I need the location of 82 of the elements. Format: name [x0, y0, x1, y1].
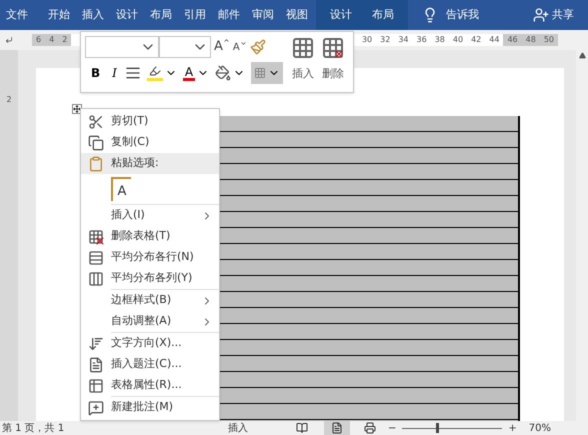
page-count: 第 1 页，共 1 — [2, 422, 66, 435]
bold-button[interactable]: B — [91, 64, 100, 82]
caret-icon — [222, 37, 230, 44]
ruler-number: 40 — [452, 34, 464, 46]
comment-icon — [88, 400, 104, 416]
menu-item[interactable]: 平均分布各行(N) — [81, 247, 219, 268]
caret-icon — [240, 40, 247, 46]
menu-item[interactable]: 自动调整(A) — [81, 311, 219, 332]
read-mode-icon[interactable] — [296, 422, 308, 434]
grow-font-button[interactable]: A — [214, 37, 230, 57]
menu-item[interactable]: 文字方向(X)... — [81, 333, 219, 354]
table-delete-icon — [88, 228, 104, 244]
ruler-number: 36 — [416, 34, 428, 46]
table-grid-icon — [291, 36, 316, 60]
ribbon-tab[interactable]: 视图 — [280, 0, 314, 30]
zoom-out-button[interactable]: − — [388, 420, 396, 435]
ribbon-tab[interactable]: 设计 — [320, 0, 362, 30]
web-layout-icon[interactable] — [364, 422, 376, 434]
ruler-number: 44 — [488, 34, 500, 46]
highlight-button[interactable] — [146, 65, 163, 81]
menu-item[interactable]: 插入(I) — [81, 205, 219, 226]
zoom-in-button[interactable]: + — [508, 420, 517, 435]
scissors-icon — [88, 114, 104, 130]
menu-item[interactable]: 复制(C) — [81, 132, 219, 153]
font-size-field[interactable] — [159, 36, 211, 58]
print-layout-icon[interactable] — [324, 421, 350, 435]
ribbon-tab[interactable]: 布局 — [144, 0, 178, 30]
menu-item[interactable]: 删除表格(T) — [81, 226, 219, 247]
table-rows-icon — [88, 250, 104, 266]
share-icon — [533, 7, 549, 23]
menu-item[interactable]: 插入题注(C)... — [81, 354, 219, 375]
menu-item[interactable]: 表格属性(R)... — [81, 375, 219, 396]
format-painter-icon[interactable] — [250, 39, 266, 55]
ribbon-tab[interactable]: 邮件 — [212, 0, 246, 30]
clipboard-icon — [88, 156, 104, 172]
delete-table-button[interactable]: 删除 — [321, 36, 346, 88]
zoom-slider[interactable] — [402, 423, 502, 433]
ribbon-tab[interactable]: 文件 — [0, 0, 34, 30]
align-icon[interactable] — [124, 65, 141, 81]
ruler-number: 50 — [540, 34, 558, 46]
menu-item[interactable]: 新建批注(M) — [81, 397, 219, 418]
ruler-number: 38 — [434, 34, 446, 46]
share-button[interactable]: 共享 — [552, 6, 574, 24]
table-properties-icon — [88, 378, 104, 394]
ribbon-tab[interactable]: 插入 — [76, 0, 110, 30]
ribbon-tab[interactable]: 布局 — [362, 0, 404, 30]
ribbon-tab[interactable]: 开始 — [42, 0, 76, 30]
input-mode: 插入 — [228, 422, 248, 435]
menu-item[interactable]: 边框样式(B) — [81, 290, 219, 311]
ribbon-tab[interactable]: 审阅 — [246, 0, 280, 30]
menu-item[interactable]: 剪切(T) — [81, 111, 219, 132]
italic-button[interactable]: I — [112, 64, 117, 82]
ruler-number: 30 — [360, 34, 374, 46]
ribbon-tab[interactable]: 设计 — [110, 0, 144, 30]
paste-text-only-button[interactable]: A — [111, 177, 131, 201]
text-direction-icon — [88, 336, 104, 352]
ruler-number: 32 — [379, 34, 392, 46]
shading-icon[interactable] — [215, 65, 232, 81]
ruler-number: 46 — [503, 34, 522, 46]
copy-icon — [88, 134, 104, 150]
borders-icon — [254, 67, 266, 79]
ruler-number: 42 — [470, 34, 482, 46]
ruler-number: 6 — [32, 34, 46, 46]
zoom-level: 70% — [528, 422, 552, 435]
ruler-number: 2 — [58, 34, 72, 46]
insert-table-button[interactable]: 插入 — [291, 36, 316, 88]
caption-icon — [88, 356, 104, 372]
font-name-field[interactable] — [85, 36, 159, 58]
menu-header-label: 粘贴选项: — [111, 155, 159, 172]
zoom-thumb[interactable] — [436, 423, 440, 433]
shrink-font-button[interactable]: A — [232, 40, 247, 54]
menu-item[interactable]: 平均分布各列(Y) — [81, 268, 219, 289]
ruler-number: 48 — [522, 34, 540, 46]
scroll-up-icon[interactable] — [578, 52, 586, 59]
ribbon-tab[interactable]: 引用 — [178, 0, 212, 30]
table-columns-icon — [88, 270, 104, 286]
table-delete-icon — [321, 36, 346, 60]
ruler-number: 4 — [45, 34, 58, 46]
ruler-number: 34 — [397, 34, 410, 46]
ruler-number: 2 — [6, 94, 12, 106]
tell-me-button[interactable]: 告诉我 — [446, 6, 479, 24]
font-color-button[interactable]: A — [182, 66, 196, 80]
